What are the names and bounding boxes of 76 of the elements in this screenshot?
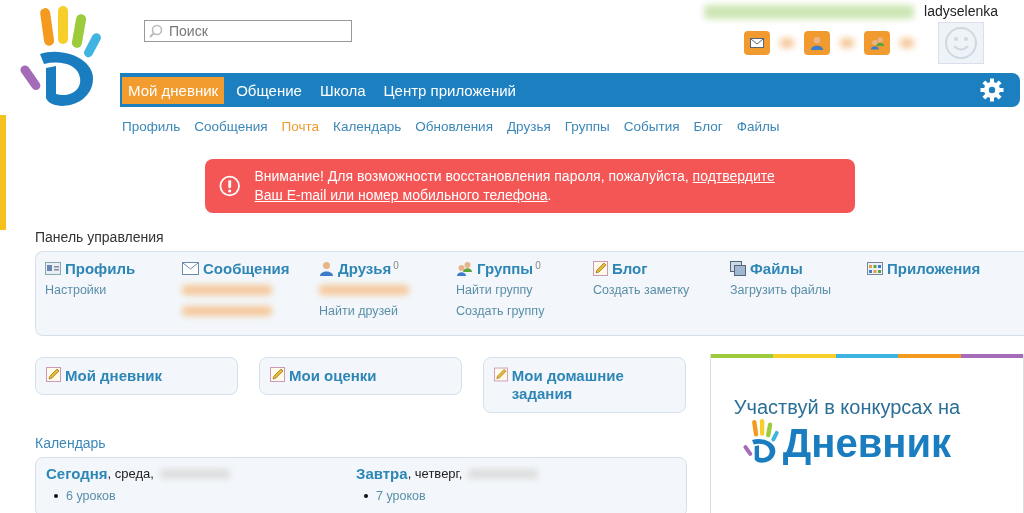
blurred-text: [840, 38, 855, 48]
shortcut-tile[interactable]: Мои домашние задания: [483, 357, 686, 413]
blurred-text: [780, 38, 795, 48]
pencil-icon: [593, 261, 608, 276]
people-icon: [869, 36, 885, 50]
bullet: [364, 494, 368, 498]
panel-heading-link[interactable]: Группы: [477, 260, 534, 277]
bullet: [54, 494, 58, 498]
count: 0: [535, 260, 541, 271]
people-icon: [456, 261, 473, 276]
day-link[interactable]: Сегодня: [46, 465, 108, 482]
blurred-text: [900, 38, 915, 48]
weekday: , среда,: [107, 466, 154, 481]
panel-heading-link[interactable]: Сообщения: [203, 260, 290, 277]
subnav-link[interactable]: Файлы: [736, 119, 780, 134]
panel-heading-link[interactable]: Блог: [612, 260, 648, 277]
username[interactable]: ladyselenka: [924, 3, 998, 19]
confirm-link[interactable]: подтвердите: [692, 168, 775, 184]
banner-text: Участвуй в конкурсах на: [733, 396, 961, 419]
section-title: Календарь: [35, 435, 107, 451]
blurred-text: [468, 468, 539, 479]
panel-heading-link[interactable]: Приложения: [887, 260, 981, 277]
person-icon: [319, 261, 334, 276]
day-link[interactable]: Завтра: [356, 465, 408, 482]
search-icon: [149, 24, 163, 38]
nav-tab[interactable]: Школа: [313, 76, 372, 104]
tile-title: Мои оценки: [289, 367, 377, 385]
id-card-icon: [45, 262, 61, 275]
weekday: , четверг,: [407, 466, 463, 481]
section-title: Панель управления: [35, 229, 165, 245]
alert-message: Внимание! Для возможности восстановления пароля, пожалуйста, подтвердите Ваш E-mail или номер мобильного телефона.: [254, 167, 776, 205]
person-icon: [810, 36, 825, 50]
envelope-icon: [182, 262, 199, 275]
panel-link[interactable]: Найти группу: [456, 282, 593, 298]
panel-heading-link[interactable]: Профиль: [65, 260, 136, 277]
panel-link[interactable]: Найти друзей: [319, 303, 456, 319]
person-button[interactable]: [804, 31, 831, 55]
panel-heading-link[interactable]: Файлы: [750, 260, 803, 277]
logo-text: Дневник: [782, 421, 952, 465]
panel-link[interactable]: Создать заметку: [593, 282, 730, 298]
contact-link[interactable]: Ваш E-mail или номер мобильного телефона: [254, 187, 548, 203]
envelope-icon: [750, 38, 765, 48]
settings-icon[interactable]: [980, 78, 1004, 102]
app-grid-icon: [867, 262, 883, 275]
subnav-link[interactable]: Почта: [281, 119, 320, 134]
lessons-link[interactable]: 7 уроков: [376, 489, 426, 503]
nav-tab[interactable]: Мой дневник: [122, 76, 225, 104]
subnav-link[interactable]: Профиль: [122, 119, 181, 134]
count: 0: [393, 260, 399, 271]
tile-title: Мои домашние задания: [511, 367, 625, 403]
panel-link[interactable]: Загрузить файлы: [730, 282, 867, 298]
nav-tab[interactable]: Общение: [230, 76, 308, 104]
tile-title: Мой дневник: [65, 367, 162, 385]
subnav-link[interactable]: Календарь: [333, 119, 402, 134]
panel-link[interactable]: Настройки: [45, 282, 182, 298]
subnav-link[interactable]: Друзья: [506, 119, 551, 134]
subnav-link[interactable]: Обновления: [415, 119, 493, 134]
envelope-button[interactable]: [744, 31, 771, 55]
subnav-link[interactable]: Блог: [693, 119, 723, 134]
pencil-icon: [494, 367, 508, 382]
pencil-icon: [46, 367, 61, 382]
shortcut-tile[interactable]: Мой дневник: [35, 357, 238, 395]
pencil-icon: [270, 367, 285, 382]
blurred-text: [159, 468, 230, 479]
people-button[interactable]: [864, 31, 891, 55]
nav-tab[interactable]: Центр приложений: [377, 76, 522, 104]
shortcut-tile[interactable]: Мои оценки: [259, 357, 462, 395]
subnav-link[interactable]: Сообщения: [194, 119, 268, 134]
panel-link[interactable]: Создать группу: [456, 303, 593, 319]
panel-heading-link[interactable]: Друзья: [338, 260, 392, 277]
ad-banner[interactable]: Участвуй в конкурсах на Дневник: [710, 354, 1024, 513]
lessons-link[interactable]: 6 уроков: [66, 489, 116, 503]
search-field[interactable]: Поиск: [144, 20, 352, 42]
subnav-link[interactable]: События: [623, 119, 680, 134]
files-icon: [730, 261, 746, 276]
subnav-link[interactable]: Группы: [564, 119, 610, 134]
